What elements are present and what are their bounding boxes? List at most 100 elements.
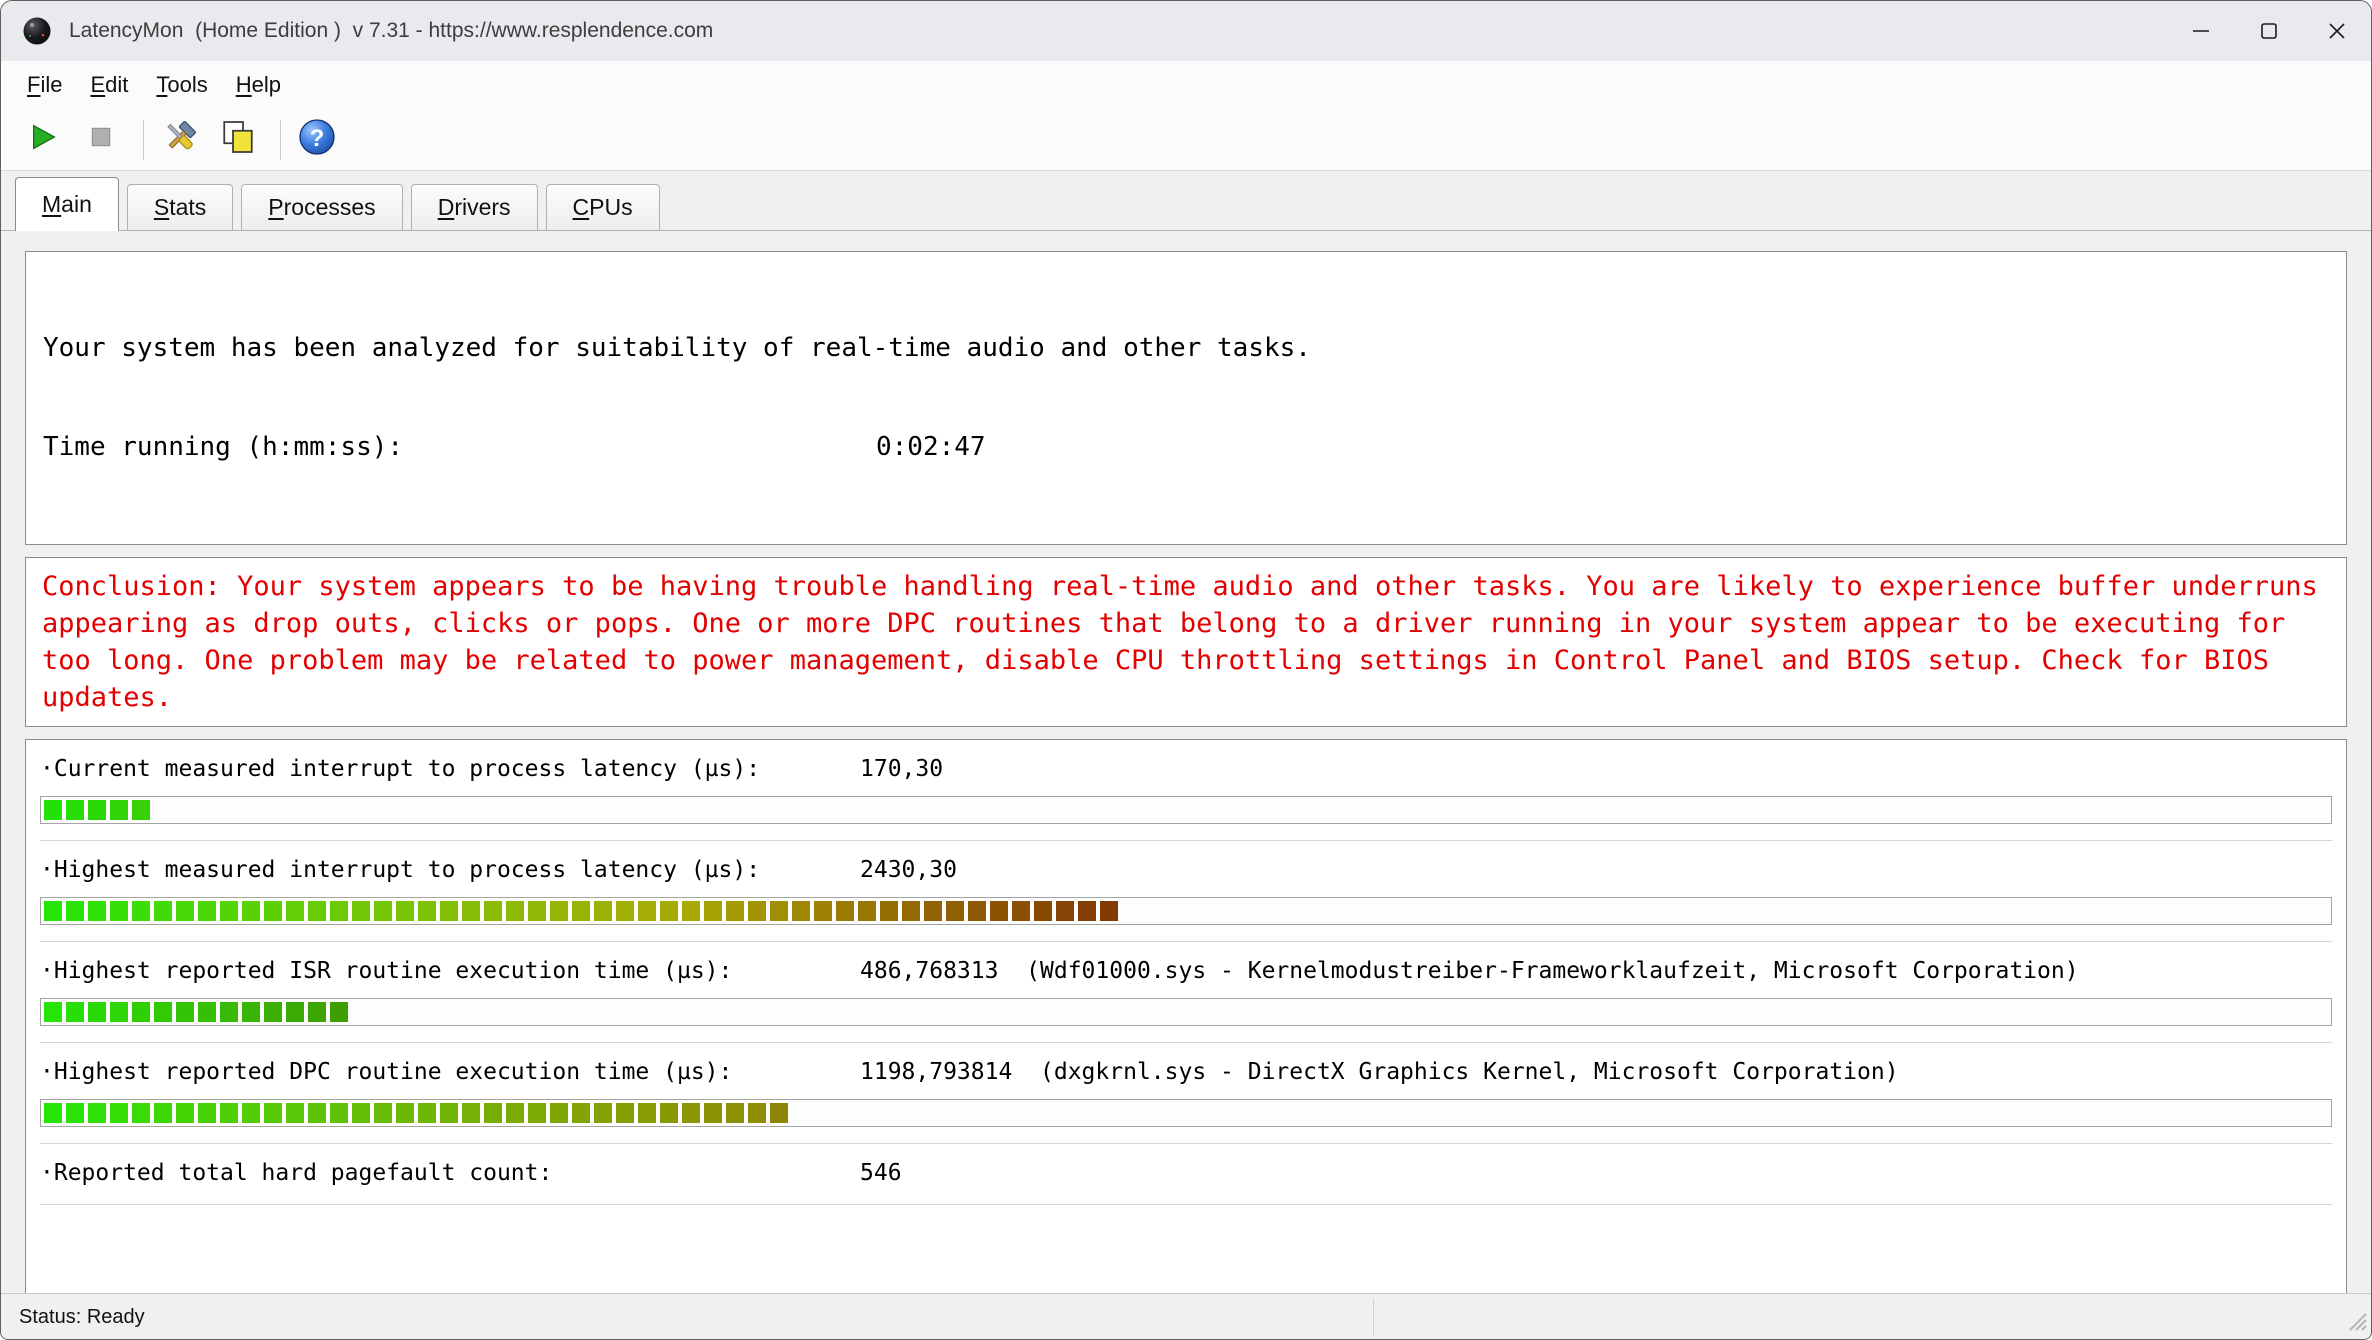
bar-segment	[968, 901, 986, 921]
metric-value: 1198,793814 (dxgkrnl.sys - DirectX Graph…	[860, 1059, 1899, 1085]
menu-edit-rest: dit	[105, 72, 128, 97]
stop-monitor-button[interactable]	[75, 114, 127, 166]
bar-segment	[506, 1103, 524, 1123]
latency-bar	[40, 998, 2332, 1026]
bar-segment	[308, 1002, 326, 1022]
tab-drivers-accel: D	[438, 194, 455, 220]
menu-help-accel: H	[236, 72, 252, 97]
bar-segment	[528, 1103, 546, 1123]
menu-file-rest: ile	[40, 72, 62, 97]
resize-grip-icon[interactable]	[2344, 1308, 2368, 1338]
bar-segment	[572, 1103, 590, 1123]
tools-icon	[159, 116, 201, 163]
tab-main-accel: M	[42, 191, 61, 217]
bar-segment	[638, 901, 656, 921]
bar-segment	[66, 800, 84, 820]
bar-segment	[286, 901, 304, 921]
bar-segment	[704, 901, 722, 921]
bar-segment	[44, 901, 62, 921]
bar-segment	[440, 1103, 458, 1123]
metric-row-dpc-time: ·Highest reported DPC routine execution …	[40, 1043, 2332, 1144]
bar-segment	[88, 1002, 106, 1022]
bar-segment	[1056, 901, 1074, 921]
bar-segment	[946, 901, 964, 921]
options-button[interactable]	[154, 114, 206, 166]
bar-segment	[374, 901, 392, 921]
bar-segment	[176, 901, 194, 921]
tab-drivers[interactable]: Drivers	[411, 184, 538, 230]
tab-processes[interactable]: Processes	[241, 184, 402, 230]
bar-segment	[792, 901, 810, 921]
start-monitor-button[interactable]	[17, 114, 69, 166]
status-text: Status: Ready	[19, 1306, 145, 1329]
bar-segment	[44, 800, 62, 820]
bar-segment	[660, 901, 678, 921]
metric-label: ·Highest reported DPC routine execution …	[40, 1057, 860, 1087]
bar-segment	[858, 901, 876, 921]
bar-segment	[814, 901, 832, 921]
bar-segment	[264, 1002, 282, 1022]
close-button[interactable]	[2303, 1, 2371, 61]
menu-tools[interactable]: Tools	[142, 67, 221, 103]
bar-segment	[132, 901, 150, 921]
bar-segment	[594, 901, 612, 921]
metric-value: 2430,30	[860, 857, 957, 883]
metric-row-highest-latency: ·Highest measured interrupt to process l…	[40, 841, 2332, 942]
metric-row-pagefaults: ·Reported total hard pagefault count:546	[40, 1144, 2332, 1205]
tab-main-rest: ain	[61, 191, 92, 217]
help-button[interactable]: ?	[291, 114, 343, 166]
bar-segment	[176, 1002, 194, 1022]
window-title: LatencyMon (Home Edition ) v 7.31 - http…	[69, 19, 713, 43]
bar-segment	[242, 1103, 260, 1123]
bar-segment	[110, 1103, 128, 1123]
bar-segment	[264, 1103, 282, 1123]
menu-tools-accel: T	[156, 72, 167, 97]
tab-cpus-rest: PUs	[589, 194, 632, 220]
minimize-button[interactable]	[2167, 1, 2235, 61]
bar-segment	[110, 1002, 128, 1022]
maximize-button[interactable]	[2235, 1, 2303, 61]
bar-segment	[286, 1002, 304, 1022]
statusbar-pane-separator	[1373, 1299, 1374, 1336]
bar-segment	[220, 1103, 238, 1123]
bar-segment	[902, 901, 920, 921]
time-running-label: Time running (h:mm:ss):	[43, 431, 876, 464]
menu-edit[interactable]: Edit	[76, 67, 142, 103]
bar-segment	[1012, 901, 1030, 921]
bar-segment	[88, 1103, 106, 1123]
bar-segment	[264, 901, 282, 921]
bar-segment	[154, 1002, 172, 1022]
bar-segment	[484, 901, 502, 921]
latency-bar	[40, 1099, 2332, 1127]
toolbar-separator	[280, 120, 281, 160]
menu-file[interactable]: File	[13, 67, 76, 103]
metric-label: ·Highest reported ISR routine execution …	[40, 956, 860, 986]
copy-report-button[interactable]	[212, 114, 264, 166]
bar-segment	[198, 901, 216, 921]
bar-segment	[220, 1002, 238, 1022]
latencymon-window: LatencyMon (Home Edition ) v 7.31 - http…	[0, 0, 2372, 1340]
bar-segment	[682, 901, 700, 921]
tab-stats[interactable]: Stats	[127, 184, 233, 230]
bar-segment	[484, 1103, 502, 1123]
tab-main[interactable]: Main	[15, 177, 119, 231]
bar-segment	[1034, 901, 1052, 921]
bar-segment	[132, 800, 150, 820]
bar-segment	[726, 901, 744, 921]
bar-segment	[66, 1002, 84, 1022]
bar-segment	[924, 901, 942, 921]
analysis-summary-line: Your system has been analyzed for suitab…	[43, 332, 2329, 365]
bar-segment	[990, 901, 1008, 921]
metric-label: ·Reported total hard pagefault count:	[40, 1158, 860, 1188]
time-running-value: 0:02:47	[876, 432, 986, 462]
bar-segment	[330, 1002, 348, 1022]
latency-bar	[40, 897, 2332, 925]
bar-segment	[44, 1103, 62, 1123]
tab-cpus[interactable]: CPUs	[546, 184, 660, 230]
bar-segment	[418, 901, 436, 921]
bar-segment	[726, 1103, 744, 1123]
metric-value: 486,768313 (Wdf01000.sys - Kernelmodustr…	[860, 958, 2079, 984]
menu-help[interactable]: Help	[222, 67, 295, 103]
bar-segment	[462, 901, 480, 921]
bar-segment	[286, 1103, 304, 1123]
